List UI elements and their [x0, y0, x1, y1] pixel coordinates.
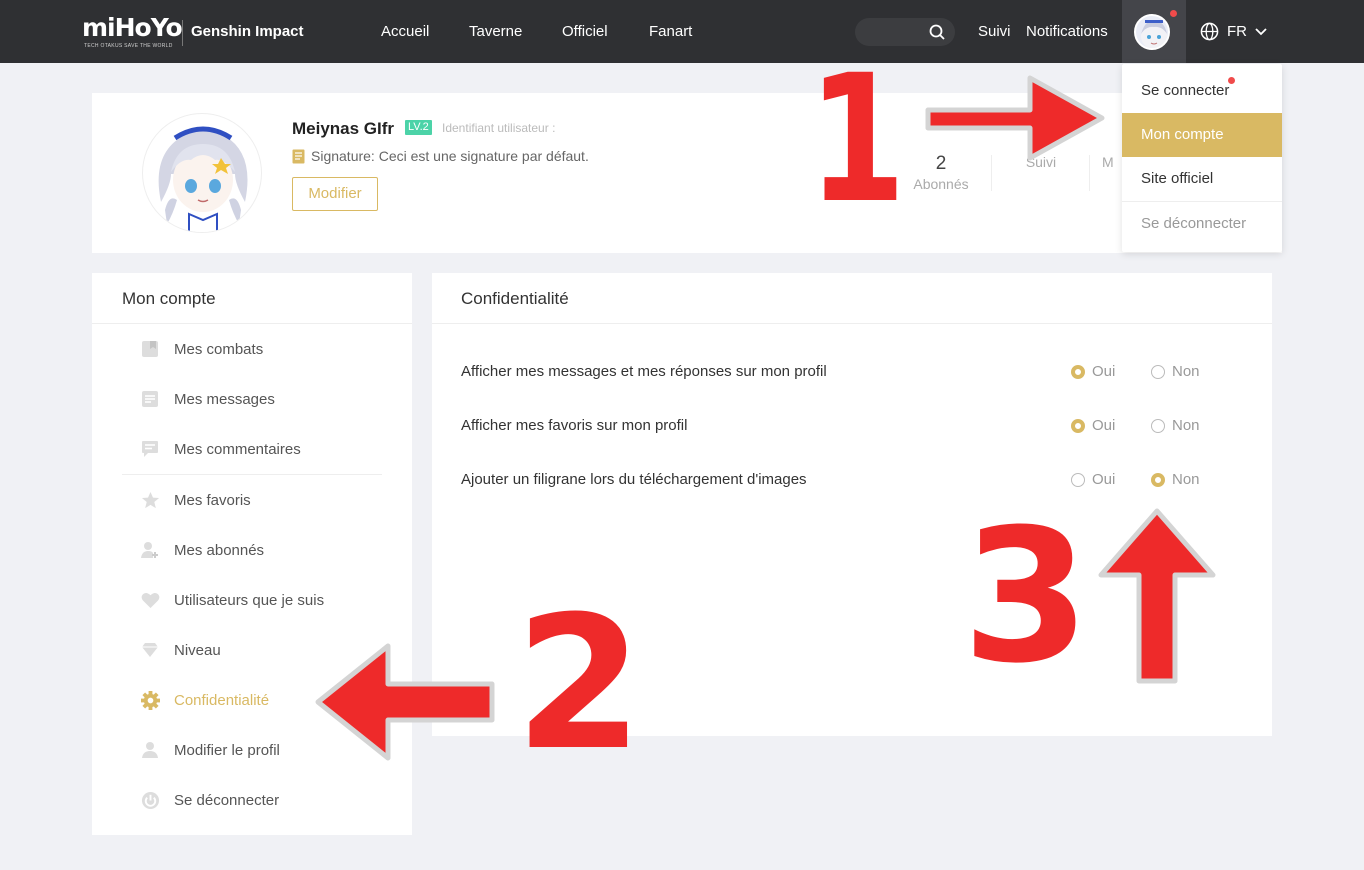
- edit-profile-button[interactable]: Modifier: [292, 177, 378, 211]
- radio-button[interactable]: [1071, 364, 1085, 379]
- notification-dot: [1228, 77, 1235, 84]
- avatar: [1134, 14, 1170, 50]
- privacy-row-label: Ajouter un filigrane lors du téléchargem…: [461, 471, 807, 488]
- panel-title: Confidentialité: [432, 273, 1272, 324]
- radio-yes[interactable]: Oui: [1071, 471, 1115, 488]
- nav-suivi[interactable]: Suivi: [978, 23, 1011, 40]
- logo-divider: [182, 20, 183, 46]
- mihoyo-logo[interactable]: miHoYo TECH OTAKUS SAVE THE WORLD: [82, 14, 183, 52]
- radio-label: Oui: [1092, 471, 1116, 488]
- user-menu-button[interactable]: [1122, 0, 1186, 63]
- top-navigation-bar: miHoYo TECH OTAKUS SAVE THE WORLD Genshi…: [0, 0, 1364, 63]
- power-icon: [140, 790, 160, 810]
- sidebar-item-comments[interactable]: Mes commentaires: [92, 424, 412, 474]
- radio-button[interactable]: [1151, 472, 1165, 487]
- annotation-step-1: 1: [808, 37, 906, 242]
- star-icon: [140, 490, 160, 510]
- sidebar-item-favorites[interactable]: Mes favoris: [92, 475, 412, 525]
- language-selector[interactable]: FR: [1200, 22, 1267, 41]
- sidebar-item-combats[interactable]: Mes combats: [92, 324, 412, 374]
- radio-no[interactable]: Non: [1151, 417, 1200, 434]
- menu-item-label: Site officiel: [1141, 170, 1214, 187]
- annotation-step-2: 2: [515, 577, 644, 791]
- radio-button[interactable]: [1071, 418, 1085, 433]
- sidebar-item-label: Mes combats: [174, 340, 264, 358]
- menu-item-my-account[interactable]: Mon compte: [1122, 113, 1282, 157]
- radio-no[interactable]: Non: [1151, 471, 1200, 488]
- nav-notifications[interactable]: Notifications: [1026, 23, 1108, 40]
- heart-icon: [140, 590, 160, 610]
- sidebar-item-label: Mes favoris: [174, 491, 251, 509]
- radio-label: Oui: [1092, 363, 1116, 380]
- sidebar-item-logout[interactable]: Se déconnecter: [92, 775, 412, 825]
- privacy-row-label: Afficher mes messages et mes réponses su…: [461, 363, 827, 380]
- gear-icon: [140, 690, 160, 710]
- user-id-label: Identifiant utilisateur :: [442, 121, 556, 135]
- level-badge: LV.2: [405, 120, 432, 135]
- arrow-left-annotation: [315, 643, 495, 761]
- logo-text: miHoYo: [82, 13, 183, 42]
- sidebar-item-label: Mes commentaires: [174, 440, 301, 458]
- search-icon[interactable]: [929, 24, 945, 40]
- privacy-row: Ajouter un filigrane lors du téléchargem…: [432, 465, 1272, 495]
- menu-item-label: Se connecter: [1141, 82, 1230, 99]
- globe-icon: [1200, 22, 1219, 41]
- radio-no[interactable]: Non: [1151, 363, 1200, 380]
- user-icon: [140, 740, 160, 760]
- nav-accueil[interactable]: Accueil: [381, 23, 429, 40]
- arrow-right-annotation: [925, 75, 1105, 161]
- note-icon: [292, 149, 305, 163]
- radio-yes[interactable]: Oui: [1071, 417, 1115, 434]
- nav-fanart[interactable]: Fanart: [649, 23, 692, 40]
- profile-username: Meiynas GIfr: [292, 119, 395, 138]
- profile-avatar: [142, 113, 262, 233]
- sidebar-item-label: Mes messages: [174, 390, 275, 408]
- sidebar-item-messages[interactable]: Mes messages: [92, 374, 412, 424]
- radio-button[interactable]: [1151, 364, 1165, 379]
- radio-label: Non: [1172, 471, 1200, 488]
- privacy-row: Afficher mes favoris sur mon profil Oui …: [432, 411, 1272, 441]
- radio-button[interactable]: [1071, 472, 1085, 487]
- nav-taverne[interactable]: Taverne: [469, 23, 522, 40]
- language-label: FR: [1227, 23, 1247, 40]
- sidebar-item-label: Confidentialité: [174, 691, 270, 709]
- sidebar-item-label: Niveau: [174, 641, 221, 659]
- nav-officiel[interactable]: Officiel: [562, 23, 608, 40]
- signature: Signature: Ceci est une signature par dé…: [292, 148, 589, 164]
- menu-item-label: Mon compte: [1141, 126, 1224, 143]
- document-icon: [140, 389, 160, 409]
- radio-button[interactable]: [1151, 418, 1165, 433]
- comment-icon: [140, 439, 160, 459]
- radio-label: Oui: [1092, 417, 1116, 434]
- menu-item-logout[interactable]: Se déconnecter: [1122, 201, 1282, 245]
- stat-label: Abonnés: [913, 176, 969, 192]
- sidebar-item-label: Modifier le profil: [174, 741, 280, 759]
- radio-yes[interactable]: Oui: [1071, 363, 1115, 380]
- arrow-up-annotation: [1098, 508, 1216, 684]
- user-dropdown-menu: Se connecter Mon compte Site officiel Se…: [1122, 64, 1282, 252]
- notification-dot: [1170, 10, 1177, 17]
- menu-item-login[interactable]: Se connecter: [1122, 69, 1282, 113]
- game-title[interactable]: Genshin Impact: [191, 23, 304, 40]
- menu-item-label: Se déconnecter: [1141, 215, 1247, 232]
- user-add-icon: [140, 540, 160, 560]
- radio-label: Non: [1172, 417, 1200, 434]
- privacy-row-label: Afficher mes favoris sur mon profil: [461, 417, 688, 434]
- sidebar-item-label: Utilisateurs que je suis: [174, 591, 325, 609]
- menu-item-official-site[interactable]: Site officiel: [1122, 157, 1282, 201]
- sidebar-item-followers[interactable]: Mes abonnés: [92, 525, 412, 575]
- radio-label: Non: [1172, 363, 1200, 380]
- diamond-icon: [140, 640, 160, 660]
- sidebar-title: Mon compte: [92, 273, 412, 324]
- sidebar-item-following[interactable]: Utilisateurs que je suis: [92, 575, 412, 625]
- sidebar-item-label: Mes abonnés: [174, 541, 265, 559]
- sidebar-item-label: Se déconnecter: [174, 791, 280, 809]
- signature-text: Signature: Ceci est une signature par dé…: [311, 148, 589, 164]
- chevron-down-icon: [1255, 27, 1267, 35]
- bookmark-icon: [140, 339, 160, 359]
- logo-tagline: TECH OTAKUS SAVE THE WORLD: [84, 43, 173, 49]
- privacy-row: Afficher mes messages et mes réponses su…: [432, 357, 1272, 387]
- annotation-step-3: 3: [962, 490, 1091, 704]
